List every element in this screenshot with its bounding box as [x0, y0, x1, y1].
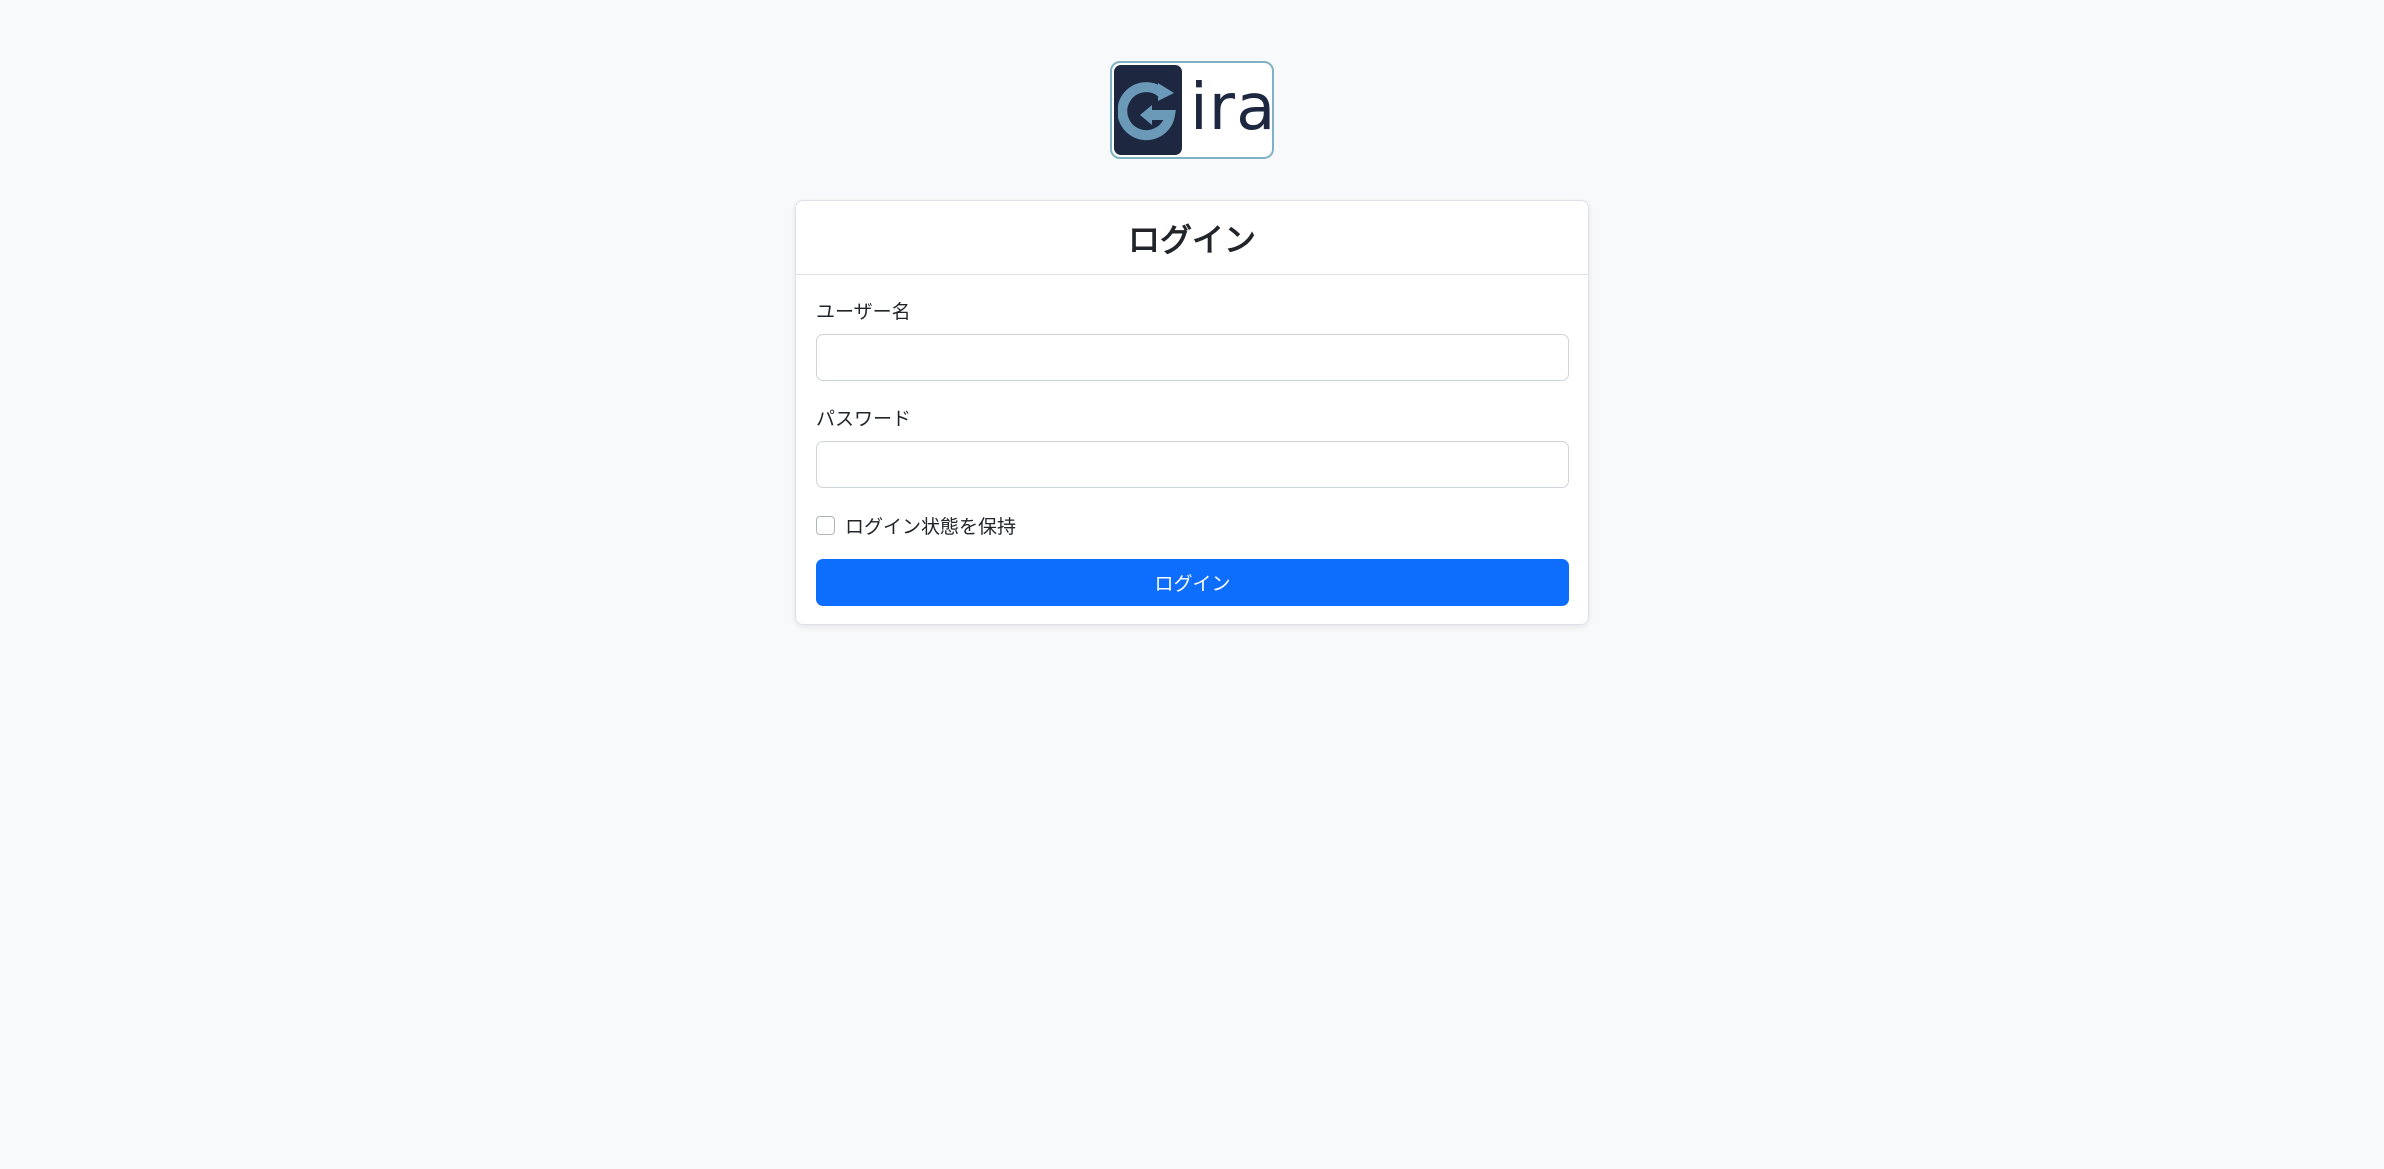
page-title: ログイン	[1127, 220, 1256, 259]
login-card: ログイン ユーザー名 パスワード ログイン状態を保持 ログイン	[795, 200, 1589, 625]
username-label: ユーザー名	[816, 301, 911, 323]
login-button[interactable]: ログイン	[816, 559, 1569, 606]
password-input[interactable]	[816, 441, 1569, 488]
username-input[interactable]	[816, 334, 1569, 381]
brand-logo: ira	[1110, 61, 1274, 159]
logo-frame: ira	[1110, 61, 1274, 159]
remember-me[interactable]: ログイン状態を保持	[816, 512, 1016, 539]
password-label: パスワード	[816, 408, 912, 430]
remember-checkbox[interactable]	[816, 516, 835, 535]
logo-wordmark: ira	[1190, 71, 1274, 145]
logo-g-icon	[1114, 65, 1182, 155]
login-card-header: ログイン	[796, 201, 1588, 275]
remember-label: ログイン状態を保持	[845, 516, 1017, 538]
